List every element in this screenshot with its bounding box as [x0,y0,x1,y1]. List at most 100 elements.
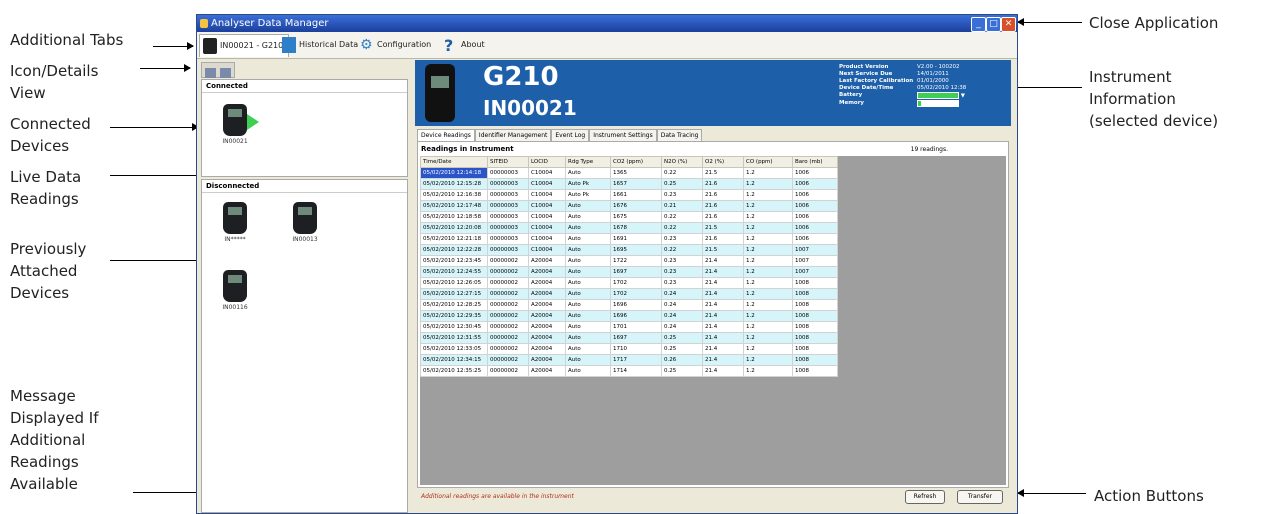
table-cell[interactable]: 1697 [610,266,662,278]
table-cell[interactable]: 0.23 [661,255,703,267]
column-header[interactable]: CO2 (ppm) [610,156,662,168]
table-cell[interactable]: 21.4 [702,310,744,322]
table-row[interactable]: 05/02/2010 12:14:18 00000003 C10004 Auto 136… [420,167,838,179]
table-cell[interactable]: 1.2 [743,244,793,256]
table-cell[interactable]: 21.4 [702,288,744,300]
table-cell[interactable]: 1365 [610,167,662,179]
table-cell[interactable]: 1.2 [743,255,793,267]
table-cell[interactable]: 1695 [610,244,662,256]
table-cell[interactable]: Auto [565,288,611,300]
table-row[interactable]: 05/02/2010 12:30:45 00000002 A20004 Auto 170… [420,321,838,333]
table-cell[interactable]: 1.2 [743,365,793,377]
table-cell[interactable]: Auto [565,200,611,212]
table-cell[interactable]: Auto [565,299,611,311]
table-cell[interactable]: 21.4 [702,365,744,377]
tab-identifier-management[interactable]: Identifier Management [474,129,552,141]
table-cell[interactable]: 21.5 [702,222,744,234]
table-cell[interactable]: A20004 [528,299,566,311]
table-cell[interactable]: 1661 [610,189,662,201]
device-item[interactable]: IN00116 [210,270,260,311]
tab-event-log[interactable]: Event Log [551,129,590,141]
table-row[interactable]: 05/02/2010 12:20:08 00000003 C10004 Auto 167… [420,222,838,234]
table-cell[interactable]: 1006 [792,200,838,212]
table-row[interactable]: 05/02/2010 12:26:05 00000002 A20004 Auto 170… [420,277,838,289]
table-row[interactable]: 05/02/2010 12:33:05 00000002 A20004 Auto 171… [420,343,838,355]
table-cell[interactable]: Auto [565,222,611,234]
table-row[interactable]: 05/02/2010 12:24:55 00000002 A20004 Auto 169… [420,266,838,278]
table-cell[interactable]: C10004 [528,167,566,179]
table-cell[interactable]: C10004 [528,222,566,234]
table-cell[interactable]: 1701 [610,321,662,333]
table-cell[interactable]: 1.2 [743,167,793,179]
table-cell[interactable]: 1008 [792,321,838,333]
table-cell[interactable]: 0.25 [661,332,703,344]
table-cell[interactable]: 05/02/2010 12:16:38 [420,189,488,201]
table-row[interactable]: 05/02/2010 12:23:45 00000002 A20004 Auto 172… [420,255,838,267]
table-cell[interactable]: 21.4 [702,321,744,333]
tab-about[interactable]: ? About [441,34,485,56]
table-cell[interactable]: 1710 [610,343,662,355]
table-cell[interactable]: 21.4 [702,255,744,267]
table-cell[interactable]: 00000003 [487,189,529,201]
table-cell[interactable]: 05/02/2010 12:28:25 [420,299,488,311]
table-cell[interactable]: 1.2 [743,299,793,311]
table-cell[interactable]: 1696 [610,299,662,311]
table-cell[interactable]: 00000002 [487,310,529,322]
table-cell[interactable]: A20004 [528,288,566,300]
table-cell[interactable]: 05/02/2010 12:22:28 [420,244,488,256]
table-cell[interactable]: 00000002 [487,365,529,377]
table-cell[interactable]: 0.25 [661,178,703,190]
table-cell[interactable]: 21.6 [702,178,744,190]
table-cell[interactable]: A20004 [528,343,566,355]
table-cell[interactable]: 1714 [610,365,662,377]
table-cell[interactable]: Auto [565,211,611,223]
table-cell[interactable]: 00000003 [487,222,529,234]
close-button[interactable]: ✕ [1001,17,1016,32]
table-cell[interactable]: 21.6 [702,189,744,201]
table-cell[interactable]: C10004 [528,178,566,190]
table-cell[interactable]: 0.24 [661,288,703,300]
table-cell[interactable]: 1008 [792,365,838,377]
table-cell[interactable]: 1702 [610,288,662,300]
table-cell[interactable]: C10004 [528,200,566,212]
table-cell[interactable]: 1.2 [743,189,793,201]
table-cell[interactable]: 1008 [792,288,838,300]
table-cell[interactable]: C10004 [528,189,566,201]
table-cell[interactable]: 0.22 [661,222,703,234]
table-cell[interactable]: 1008 [792,299,838,311]
table-cell[interactable]: 1006 [792,178,838,190]
table-cell[interactable]: 1702 [610,277,662,289]
table-cell[interactable]: 21.4 [702,277,744,289]
table-cell[interactable]: 05/02/2010 12:18:58 [420,211,488,223]
table-cell[interactable]: 21.4 [702,332,744,344]
table-cell[interactable]: 00000003 [487,200,529,212]
table-cell[interactable]: 0.23 [661,189,703,201]
column-header[interactable]: Rdg Type [565,156,611,168]
table-cell[interactable]: 1006 [792,211,838,223]
table-cell[interactable]: 05/02/2010 12:15:28 [420,178,488,190]
table-cell[interactable]: 1697 [610,332,662,344]
table-cell[interactable]: 00000003 [487,167,529,179]
table-cell[interactable]: C10004 [528,244,566,256]
table-cell[interactable]: Auto [565,167,611,179]
table-cell[interactable]: 00000002 [487,332,529,344]
table-cell[interactable]: A20004 [528,277,566,289]
column-header[interactable]: SITEID [487,156,529,168]
table-cell[interactable]: 1676 [610,200,662,212]
table-cell[interactable]: 1.2 [743,277,793,289]
table-cell[interactable]: 0.23 [661,266,703,278]
device-item[interactable]: IN00013 [280,202,330,243]
table-cell[interactable]: 1008 [792,332,838,344]
table-cell[interactable]: A20004 [528,365,566,377]
table-cell[interactable]: 0.21 [661,200,703,212]
table-cell[interactable]: 0.23 [661,277,703,289]
table-cell[interactable]: A20004 [528,255,566,267]
table-cell[interactable]: 1.2 [743,354,793,366]
table-row[interactable]: 05/02/2010 12:16:38 00000003 C10004 Auto Pk… [420,189,838,201]
table-cell[interactable]: 0.22 [661,167,703,179]
table-cell[interactable]: 21.4 [702,299,744,311]
table-cell[interactable]: 0.25 [661,365,703,377]
table-cell[interactable]: 00000002 [487,266,529,278]
table-row[interactable]: 05/02/2010 12:29:35 00000002 A20004 Auto 169… [420,310,838,322]
table-cell[interactable]: 00000003 [487,233,529,245]
